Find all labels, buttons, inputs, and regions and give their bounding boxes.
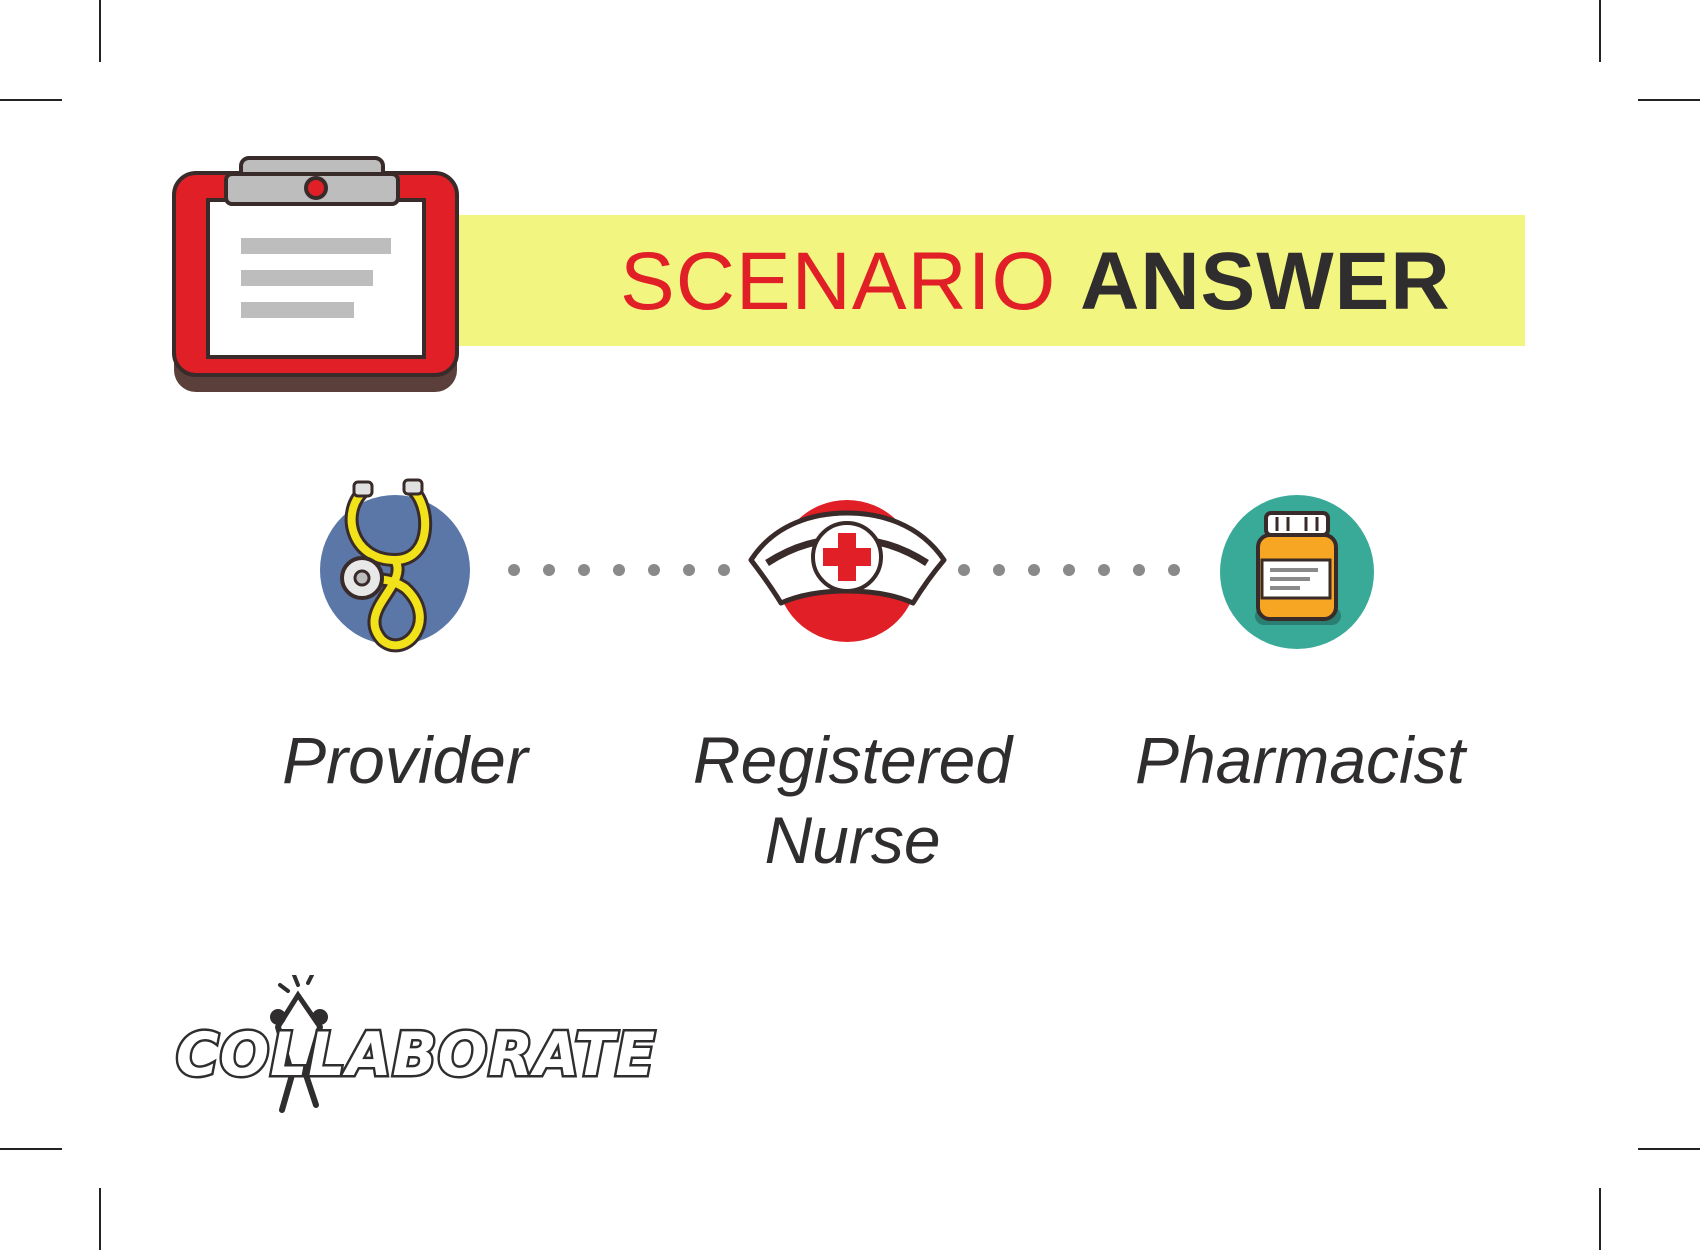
crop-mark xyxy=(99,1188,101,1250)
title-part-answer: ANSWER xyxy=(1080,236,1451,327)
pill-bottle-icon xyxy=(1220,495,1374,649)
crop-mark xyxy=(99,0,101,62)
crop-mark xyxy=(1599,1188,1601,1250)
role-label-registered-nurse: Registered Nurse xyxy=(692,723,1013,877)
logo-text: COLLABORATE xyxy=(176,1020,656,1090)
crop-mark xyxy=(1638,1148,1700,1150)
nurse-cap-icon xyxy=(748,500,947,642)
crop-mark xyxy=(0,99,62,101)
clipboard-icon xyxy=(172,156,459,392)
role-label-provider: Provider xyxy=(282,723,528,797)
role-label-pharmacist: Pharmacist xyxy=(1134,723,1466,797)
page-title: SCENARIO ANSWER xyxy=(620,232,1451,332)
collaborate-logo: COLLABORATE xyxy=(174,975,658,1113)
crop-mark xyxy=(0,1148,62,1150)
stethoscope-icon xyxy=(320,478,470,653)
crop-mark xyxy=(1599,0,1601,62)
crop-mark xyxy=(1638,99,1700,101)
title-part-scenario: SCENARIO xyxy=(620,236,1057,327)
